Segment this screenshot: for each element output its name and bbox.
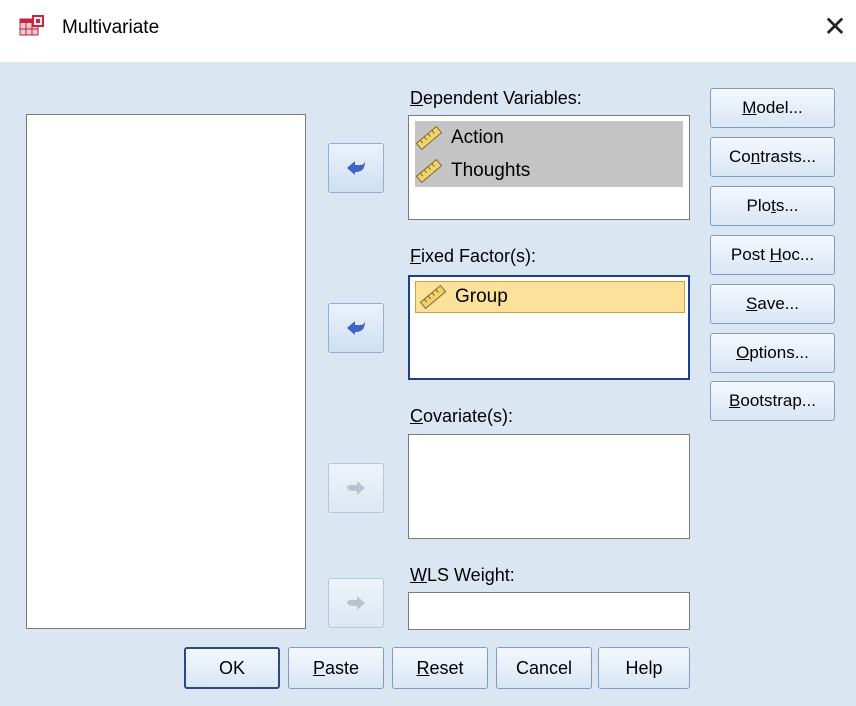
arrow-left-icon <box>347 321 365 335</box>
ruler-scale-icon <box>415 158 443 184</box>
options-button[interactable]: Options... <box>710 333 835 373</box>
covariates-label: Covariate(s): <box>410 406 514 426</box>
window-title: Multivariate <box>62 17 160 38</box>
dependent-variables-label: Dependent Variables: <box>410 88 582 108</box>
move-fixed-factor-arrow-button[interactable] <box>328 303 384 353</box>
move-covariate-arrow-button[interactable] <box>328 463 384 513</box>
list-item[interactable]: Thoughts <box>415 155 530 187</box>
arrow-left-icon <box>347 161 365 175</box>
covariates-list[interactable] <box>408 434 690 539</box>
contrasts-button[interactable]: Contrasts... <box>710 137 835 177</box>
ruler-scale-icon <box>415 125 443 151</box>
ok-button[interactable]: OK <box>184 647 280 689</box>
reset-button[interactable]: Reset <box>392 647 488 689</box>
cancel-button[interactable]: Cancel <box>496 647 592 689</box>
list-item[interactable]: Group <box>419 281 508 313</box>
fixed-factors-label: Fixed Factor(s): <box>410 246 537 266</box>
wls-weight-field[interactable] <box>408 592 690 630</box>
ruler-scale-icon <box>419 284 447 310</box>
move-wls-weight-arrow-button[interactable] <box>328 578 384 628</box>
spss-table-icon <box>19 15 44 36</box>
arrow-right-icon <box>347 596 365 610</box>
dependent-variables-list[interactable]: Action Thoughts <box>408 115 690 220</box>
title-bar: Multivariate ✕ <box>0 0 856 62</box>
post-hoc-button[interactable]: Post Hoc... <box>710 235 835 275</box>
close-icon[interactable]: ✕ <box>820 12 850 42</box>
help-button[interactable]: Help <box>598 647 690 689</box>
move-dependent-arrow-button[interactable] <box>328 143 384 193</box>
wls-weight-label: WLS Weight: <box>410 565 515 585</box>
save-button[interactable]: Save... <box>710 284 835 324</box>
paste-button[interactable]: Paste <box>288 647 384 689</box>
source-variable-list[interactable] <box>26 114 306 629</box>
arrow-right-icon <box>347 481 365 495</box>
bootstrap-button[interactable]: Bootstrap... <box>710 381 835 421</box>
model-button[interactable]: Model... <box>710 88 835 128</box>
fixed-factors-list[interactable]: Group <box>408 275 690 380</box>
plots-button[interactable]: Plots... <box>710 186 835 226</box>
list-item[interactable]: Action <box>415 122 504 154</box>
